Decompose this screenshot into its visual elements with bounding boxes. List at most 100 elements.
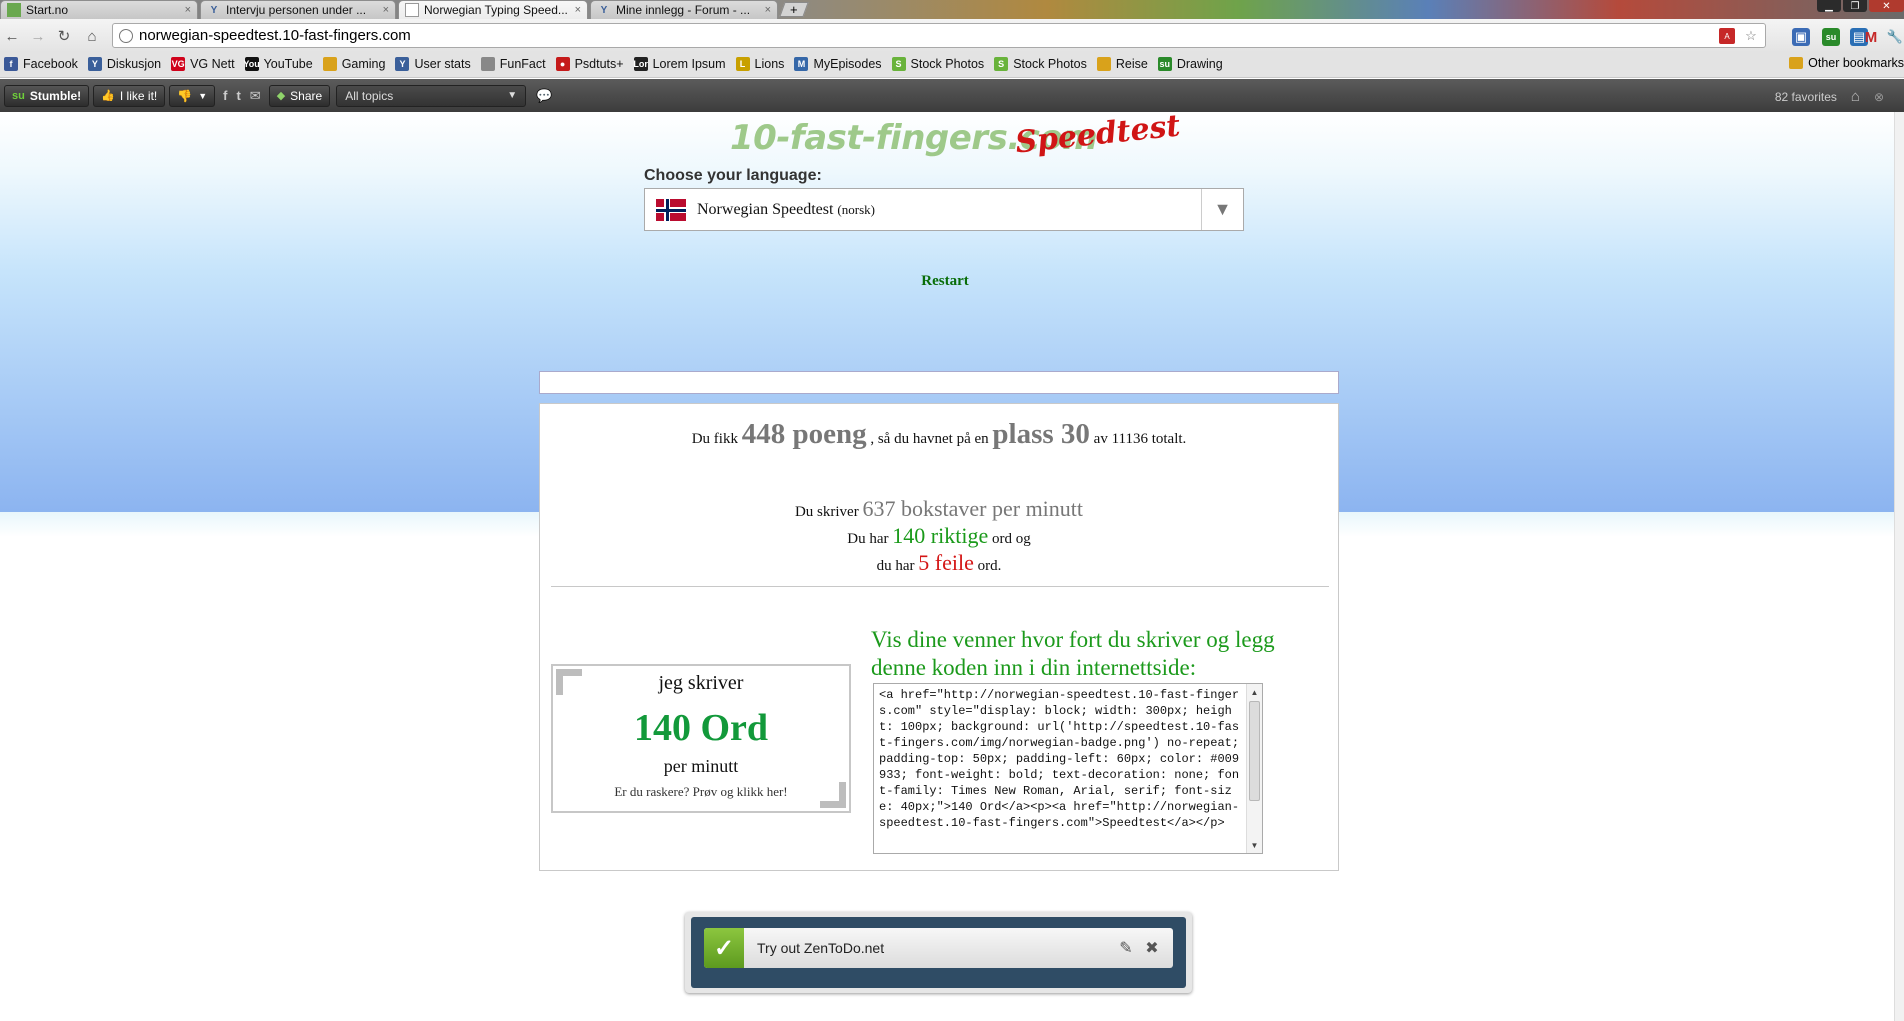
bookmark-item[interactable]: FunFact (480, 57, 546, 71)
scroll-up-icon[interactable]: ▲ (1247, 685, 1262, 699)
bookmark-item[interactable]: S Stock Photos (891, 57, 984, 71)
tab-norwegian-typing[interactable]: Norwegian Typing Speed... × (398, 0, 588, 19)
norway-flag-icon (656, 198, 686, 221)
tab-mine-innlegg[interactable]: Y Mine innlegg - Forum - ... × (590, 0, 778, 19)
checkmark-icon[interactable]: ✓ (704, 928, 744, 968)
lions-icon: L (735, 57, 750, 71)
close-icon[interactable]: × (383, 4, 389, 16)
bookmark-item[interactable]: L Lions (735, 57, 784, 71)
share-button[interactable]: ◆ Share (268, 84, 331, 107)
stumbleupon-icon[interactable]: su (1822, 28, 1840, 46)
typing-input[interactable] (539, 371, 1339, 394)
forward-button[interactable]: → (28, 27, 48, 45)
close-icon[interactable]: ⊗ (1874, 90, 1884, 104)
mail-icon[interactable]: ✉ (250, 88, 261, 104)
wrench-icon[interactable]: 🔧 (1886, 28, 1904, 46)
bookmark-item[interactable]: Gaming (322, 57, 386, 71)
bookmark-label: MyEpisodes (813, 57, 882, 71)
close-icon[interactable]: × (185, 4, 191, 16)
badge-line4: Er du raskere? Prøv og klikk her! (614, 784, 788, 799)
score-total: av 11136 totalt. (1093, 431, 1187, 447)
dislike-button[interactable]: 👎 ▼ (169, 84, 216, 107)
tab-title: Intervju personen under ... (226, 3, 367, 17)
bookmark-item[interactable]: f Facebook (4, 57, 78, 71)
bookmark-item[interactable]: S Stock Photos (994, 57, 1087, 71)
stumble-label: Stumble! (29, 88, 82, 103)
back-button[interactable]: ← (2, 27, 22, 45)
bookmark-item[interactable]: Y User stats (395, 57, 471, 71)
favorites-count[interactable]: 82 favorites (1775, 90, 1837, 104)
tab-title: Start.no (26, 3, 69, 17)
stumble-button[interactable]: su Stumble! (4, 84, 90, 107)
chevron-down-icon: ▼ (198, 90, 208, 101)
bookmark-item[interactable]: VG VG Nett (171, 57, 235, 71)
topics-dropdown[interactable]: All topics ▼ (336, 84, 527, 107)
language-select[interactable]: Norwegian Speedtest (norsk) ▼ (644, 188, 1244, 231)
bookmark-label: YouTube (263, 57, 313, 71)
home-icon[interactable]: ⌂ (1851, 88, 1860, 105)
thumbs-up-icon: 👍 (101, 90, 115, 102)
bookmark-item[interactable]: Y Diskusjon (87, 57, 161, 71)
language-native: (norsk) (837, 201, 875, 217)
zentodo-bar[interactable]: ✓ Try out ZenToDo.net ✎ ✖ (704, 928, 1173, 968)
scroll-down-icon[interactable]: ▼ (1247, 838, 1262, 852)
star-icon[interactable]: ☆ (1743, 28, 1759, 44)
chars-prefix: Du skriver (794, 504, 859, 520)
page-content: 10-fast-fingers.com Speedtest Choose you… (0, 112, 1894, 1021)
site-logo[interactable]: 10-fast-fingers.com Speedtest (730, 112, 1182, 161)
facebook-icon[interactable]: f (223, 88, 227, 103)
page-icon (405, 3, 419, 17)
bookmark-item[interactable]: Lor Lorem Ipsum (633, 57, 726, 71)
thumbs-down-icon: 👎 (177, 88, 193, 103)
forum-y-icon: Y (210, 4, 218, 16)
facebook-icon: f (4, 57, 18, 71)
topics-value: All topics (345, 88, 394, 103)
bookmark-label: Gaming (341, 57, 386, 71)
restart-link[interactable]: Restart (900, 273, 990, 290)
badge-line1: jeg skriver (658, 672, 744, 694)
stockphoto-icon: S (891, 57, 906, 71)
address-bar[interactable]: norwegian-speedtest.10-fast-fingers.com … (112, 23, 1766, 48)
close-icon[interactable]: ✖ (1139, 938, 1165, 958)
zentodo-text: Try out ZenToDo.net (757, 940, 885, 956)
page-scrollbar[interactable] (1894, 112, 1904, 1021)
reload-button[interactable]: ↻ (54, 27, 74, 45)
bookmark-item[interactable]: ● Psdtuts+ (555, 57, 624, 71)
restore-button[interactable]: ❐ (1843, 0, 1867, 12)
close-icon[interactable]: × (765, 4, 771, 16)
bookmark-label: Facebook (23, 57, 78, 71)
correct-line: Du har 140 riktige ord og (540, 523, 1338, 549)
score-middle: , så du havnet på en (870, 431, 989, 447)
bookmark-item[interactable]: Reise (1096, 57, 1148, 71)
extension-icon[interactable]: ▣ (1792, 28, 1810, 46)
bookmark-item[interactable]: You YouTube (243, 57, 313, 71)
forum-y-icon: Y (395, 57, 410, 71)
close-window-button[interactable]: ✕ (1869, 0, 1904, 12)
twitter-icon[interactable]: t (236, 88, 240, 103)
chars-value: 637 bokstaver per minutt (862, 496, 1084, 521)
tab-start[interactable]: Start.no × (0, 0, 198, 19)
chevron-down-icon[interactable]: ▼ (1201, 189, 1243, 230)
textarea-scrollbar[interactable]: ▲ ▼ (1246, 684, 1262, 853)
psdtuts-icon: ● (555, 57, 570, 71)
bookmark-item[interactable]: su Drawing (1157, 57, 1223, 71)
like-button[interactable]: 👍 I like it! (93, 84, 166, 107)
tab-intervju[interactable]: Y Intervju personen under ... × (200, 0, 396, 19)
speed-badge[interactable]: jeg skriver 140 Ord per minutt Er du ras… (551, 664, 851, 813)
share-heading: Vis dine venner hvor fort du skriver og … (871, 627, 1275, 680)
embed-code-textarea[interactable]: <a href="http://norwegian-speedtest.10-f… (873, 683, 1263, 854)
minimize-button[interactable]: ▁ (1817, 0, 1841, 12)
pdf-icon[interactable]: A (1719, 28, 1735, 44)
close-icon[interactable]: × (575, 4, 581, 16)
pencil-icon[interactable]: ✎ (1113, 938, 1139, 958)
other-bookmarks[interactable]: Other bookmarks (1789, 56, 1904, 70)
badge-words: 140 Ord (633, 707, 769, 749)
bookmark-item[interactable]: M MyEpisodes (794, 57, 882, 71)
chars-line: Du skriver 637 bokstaver per minutt (540, 496, 1338, 522)
gmail-icon[interactable]: M (1862, 28, 1880, 46)
chat-icon[interactable]: 💬 (536, 88, 552, 104)
home-button[interactable]: ⌂ (82, 27, 102, 45)
new-tab-button[interactable]: + (779, 2, 809, 17)
choose-language-label: Choose your language: (644, 167, 822, 184)
wrong-suffix: ord. (977, 558, 1002, 574)
